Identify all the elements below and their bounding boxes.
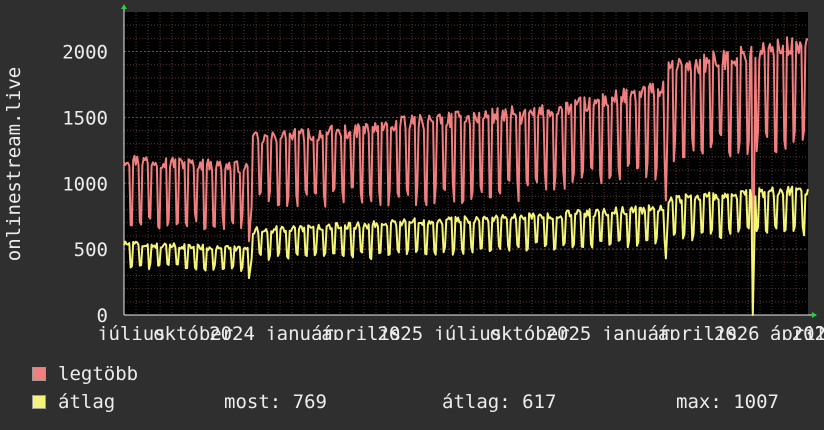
y-tick-label: 2000 <box>62 42 108 64</box>
x-tick-label: 2026 <box>714 323 760 340</box>
legend-avg-swatch <box>32 395 46 409</box>
stat-now: most: 769 <box>224 391 327 413</box>
legend-max-label: legtöbb <box>58 363 139 385</box>
x-tick-label: 202 <box>792 323 824 340</box>
traffic-chart: 0500100015002000onlinestream.livejúliuso… <box>3 4 824 340</box>
stat-max: max: 1007 <box>676 391 779 413</box>
x-tick-label: 2025 <box>546 323 592 340</box>
x-axis-arrow <box>812 312 817 318</box>
legend-avg: átlag <box>32 391 115 413</box>
x-tick-label: 2025 <box>377 323 423 340</box>
y-tick-label: 1500 <box>62 107 108 129</box>
y-axis-arrow <box>121 4 127 9</box>
chart-container: 0 500 1000 1500 2000 onlinestream.live július o… <box>0 0 824 430</box>
stat-average: átlag: 617 <box>442 391 557 413</box>
y-axis-title: onlinestream.live <box>3 67 25 261</box>
y-tick-label: 1000 <box>62 173 108 195</box>
legend-max-swatch <box>32 367 46 381</box>
legend-avg-label: átlag <box>58 391 116 413</box>
legend-max: legtöbb <box>32 363 138 385</box>
y-tick-label: 500 <box>74 239 108 261</box>
x-tick-label: 2024 <box>209 323 255 340</box>
